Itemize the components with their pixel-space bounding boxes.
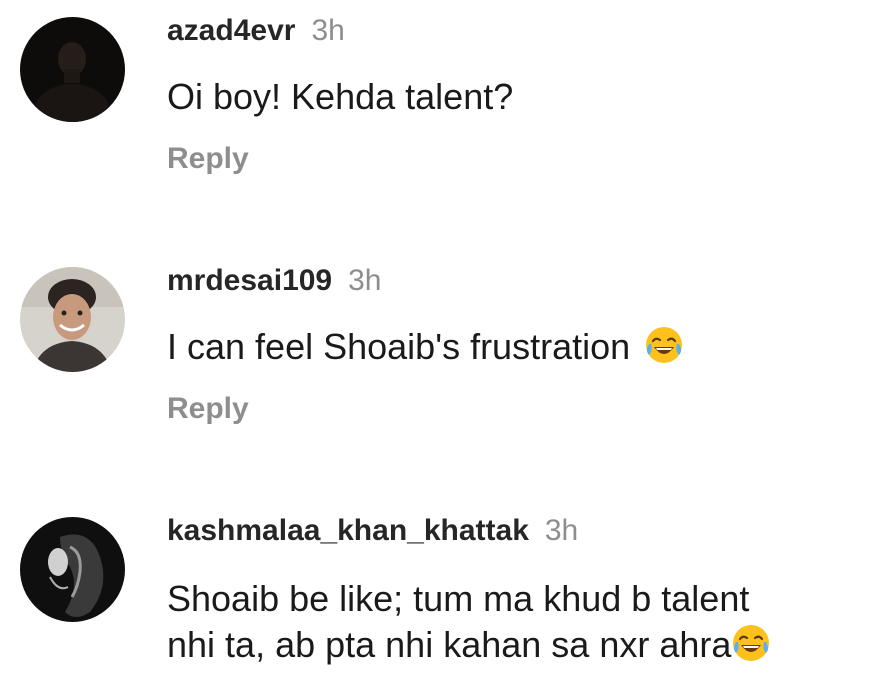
comment-text: Oi boy! Kehda talent? [167, 76, 514, 117]
reply-button[interactable]: Reply [167, 392, 249, 426]
username[interactable]: kashmalaa_khan_khattak [167, 514, 529, 547]
smiling-man-profile-photo-icon [20, 267, 125, 372]
username[interactable]: mrdesai109 [167, 264, 332, 297]
comment-text: I can feel Shoaib's frustration [167, 324, 867, 370]
username[interactable]: azad4evr [167, 14, 295, 47]
tears-of-joy-emoji-icon [731, 623, 771, 663]
avatar[interactable] [20, 517, 125, 622]
comment-text-line: nhi ta, ab pta nhi kahan sa nxr ahra [167, 624, 732, 665]
comment-text-line-wrapper: nhi ta, ab pta nhi kahan sa nxr ahra [167, 622, 867, 668]
comment-header: azad4evr 3h [167, 14, 345, 48]
timestamp: 3h [311, 14, 345, 47]
comment-header: mrdesai109 3h [167, 264, 382, 298]
comment-header: kashmalaa_khan_khattak 3h [167, 514, 578, 548]
timestamp: 3h [348, 264, 382, 297]
black-white-profile-photo-icon [20, 517, 125, 622]
reply-button[interactable]: Reply [167, 142, 249, 176]
comment-text-body: I can feel Shoaib's frustration [167, 326, 631, 367]
avatar[interactable] [20, 267, 125, 372]
comment-text-line: Shoaib be like; tum ma khud b talent [167, 578, 750, 619]
avatar[interactable] [20, 17, 125, 122]
tears-of-joy-emoji-icon [644, 325, 684, 365]
timestamp: 3h [544, 514, 579, 547]
dark-profile-photo-icon [20, 17, 125, 122]
comment-text: Shoaib be like; tum ma khud b talent nhi… [167, 576, 867, 668]
